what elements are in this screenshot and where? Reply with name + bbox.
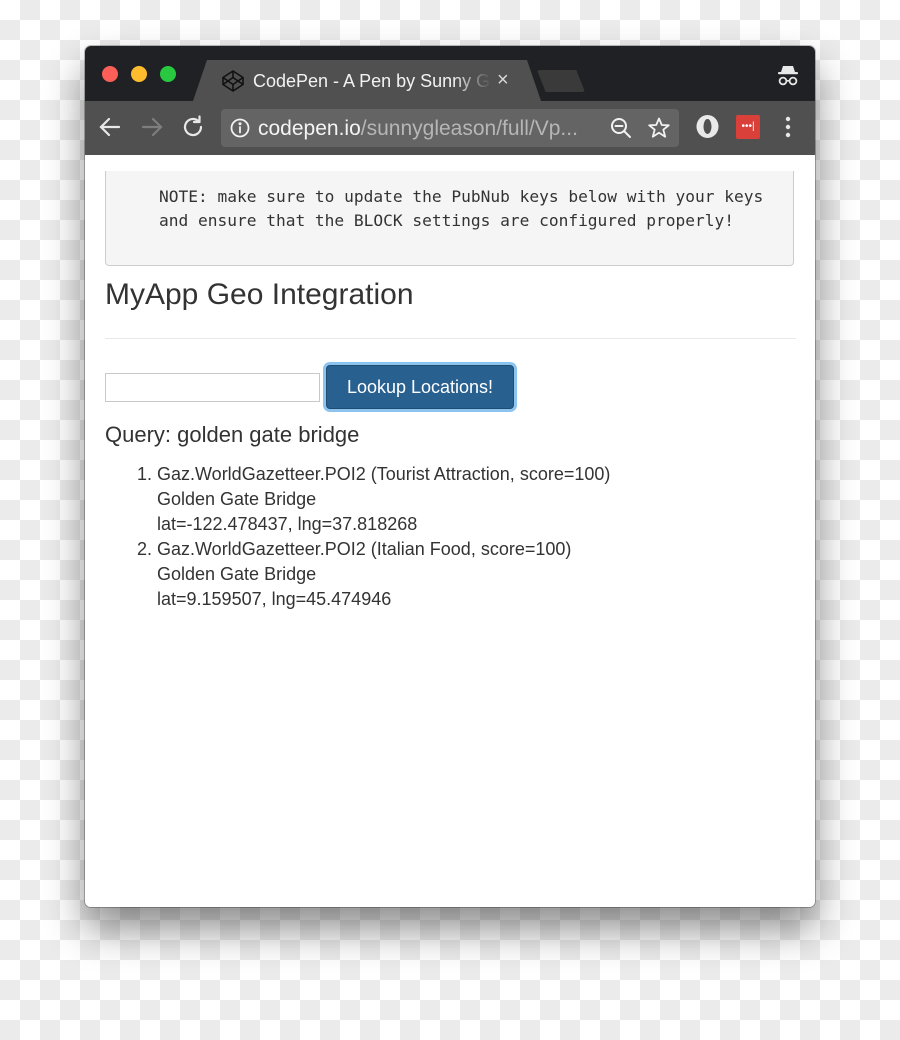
tab-close-icon[interactable]: ×: [497, 69, 509, 91]
minimize-window-button[interactable]: [131, 66, 147, 82]
browser-window: CodePen - A Pen by Sunny Gleason ×: [85, 46, 815, 907]
browser-tab-active[interactable]: CodePen - A Pen by Sunny Gleason ×: [193, 60, 541, 101]
lastpass-extension-icon[interactable]: •••|: [736, 115, 760, 139]
browser-toolbar: codepen.io/sunnygleason/full/Vp... •••|: [85, 101, 815, 155]
result-coords: lat=-122.478437, lng=37.818268: [157, 514, 418, 534]
menu-dots-icon[interactable]: [780, 114, 796, 140]
star-icon[interactable]: [647, 116, 671, 140]
url-text[interactable]: codepen.io/sunnygleason/full/Vp...: [258, 117, 578, 141]
incognito-icon: [778, 66, 798, 86]
result-coords: lat=9.159507, lng=45.474946: [157, 589, 392, 609]
maximize-window-button[interactable]: [160, 66, 176, 82]
list-item: Gaz.WorldGazetteer.POI2 (Tourist Attract…: [157, 462, 610, 537]
lookup-locations-button[interactable]: Lookup Locations!: [326, 365, 514, 409]
info-icon[interactable]: [230, 118, 250, 138]
url-host: codepen.io: [258, 117, 361, 140]
page-content: NOTE: make sure to update the PubNub key…: [85, 155, 815, 907]
forward-arrow-icon[interactable]: [139, 114, 165, 140]
result-source: Gaz.WorldGazetteer.POI2 (Italian Food, s…: [157, 539, 572, 559]
title-bar: CodePen - A Pen by Sunny Gleason ×: [85, 46, 815, 101]
close-window-button[interactable]: [102, 66, 118, 82]
divider: [105, 338, 796, 339]
result-name: Golden Gate Bridge: [157, 489, 317, 509]
reload-icon[interactable]: [180, 114, 206, 140]
search-input[interactable]: [105, 373, 320, 402]
new-tab-button[interactable]: [537, 70, 585, 92]
address-bar[interactable]: codepen.io/sunnygleason/full/Vp...: [221, 109, 679, 147]
codepen-logo-icon: [221, 69, 245, 93]
url-path: /sunnygleason/full/Vp...: [360, 117, 578, 140]
tab-title: CodePen - A Pen by Sunny Gleason: [253, 71, 491, 91]
query-heading: Query: golden gate bridge: [105, 422, 360, 447]
results-list: Gaz.WorldGazetteer.POI2 (Tourist Attract…: [105, 462, 610, 612]
result-name: Golden Gate Bridge: [157, 564, 317, 584]
back-arrow-icon[interactable]: [97, 114, 123, 140]
note-box: NOTE: make sure to update the PubNub key…: [105, 171, 794, 267]
opera-extension-icon[interactable]: [695, 114, 720, 139]
zoom-out-icon[interactable]: [610, 117, 632, 139]
list-item: Gaz.WorldGazetteer.POI2 (Italian Food, s…: [157, 537, 610, 612]
page-title: MyApp Geo Integration: [105, 278, 414, 311]
result-source: Gaz.WorldGazetteer.POI2 (Tourist Attract…: [157, 464, 611, 484]
